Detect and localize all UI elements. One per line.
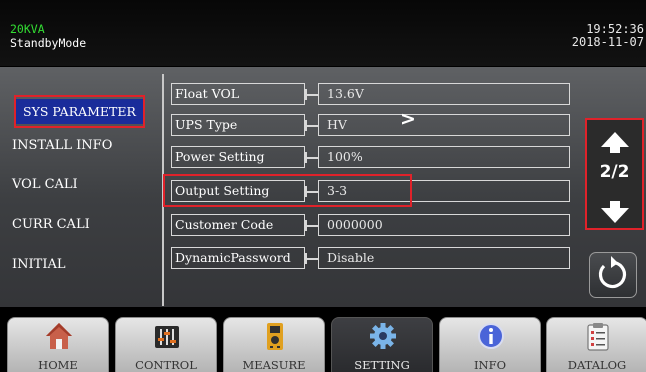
selection-highlight	[14, 95, 145, 128]
row-connector	[305, 221, 318, 230]
nav-tab-setting[interactable]: SETTING	[331, 317, 433, 372]
home-icon	[46, 323, 72, 349]
setting-label-power-setting: Power Setting	[171, 146, 305, 168]
refresh-icon	[598, 256, 627, 289]
setting-value-float-vol[interactable]: 13.6V	[318, 83, 570, 105]
nav-tab-label: INFO	[473, 358, 506, 372]
setting-label-float-vol: Float VOL	[171, 83, 305, 105]
nav-tab-info[interactable]: INFO	[439, 317, 541, 372]
row-connector	[305, 90, 318, 99]
multimeter-icon	[267, 323, 283, 350]
row-connector	[305, 254, 318, 263]
arrow-down-icon[interactable]	[601, 201, 629, 223]
device-mode: StandbyMode	[10, 36, 87, 50]
nav-tab-label: DATALOG	[567, 358, 627, 372]
row-connector	[305, 153, 318, 162]
setting-label-ups-type: UPS Type	[171, 114, 305, 136]
status-header: 20KVA StandbyMode 19:52:36 2018-11-07	[0, 0, 646, 66]
sliders-icon	[155, 326, 179, 348]
info-icon	[478, 323, 504, 349]
setting-value-ups-type[interactable]: HV	[318, 114, 570, 136]
nav-tab-label: HOME	[38, 358, 78, 372]
device-model: 20KVA	[10, 22, 45, 36]
nav-tab-home[interactable]: HOME	[7, 317, 109, 372]
nav-tab-label: SETTING	[354, 358, 410, 372]
output-setting-highlight	[163, 174, 412, 207]
nav-tab-label: CONTROL	[135, 358, 197, 372]
row-connector	[305, 121, 318, 130]
page-navigator: 2/2	[585, 118, 644, 230]
sidebar-item-initial[interactable]: INITIAL	[12, 257, 65, 272]
clock-date: 2018-11-07	[571, 35, 644, 49]
setting-value-customer-code[interactable]: 0000000	[318, 214, 570, 236]
setting-value-dynamic-password[interactable]: Disable	[318, 247, 570, 269]
gear-icon	[370, 323, 396, 349]
sidebar-item-install-info[interactable]: INSTALL INFO	[12, 138, 112, 153]
arrow-up-icon[interactable]	[601, 132, 629, 153]
sidebar-item-curr-cali[interactable]: CURR CALI	[12, 217, 90, 232]
nav-tab-datalog[interactable]: DATALOG	[546, 317, 646, 372]
page-indicator: 2/2	[599, 162, 630, 182]
clipboard-icon	[587, 323, 609, 351]
sidebar-item-vol-cali[interactable]: VOL CALI	[12, 177, 78, 192]
setting-value-power-setting[interactable]: 100%	[318, 146, 570, 168]
nav-tab-measure[interactable]: MEASURE	[223, 317, 325, 372]
chevron-right-icon[interactable]: >	[400, 108, 416, 130]
nav-tab-label: MEASURE	[242, 358, 306, 372]
setting-label-customer-code: Customer Code	[171, 214, 305, 236]
setting-label-dynamic-password: DynamicPassword	[171, 247, 305, 269]
back-button[interactable]	[589, 252, 637, 298]
nav-tab-control[interactable]: CONTROL	[115, 317, 217, 372]
